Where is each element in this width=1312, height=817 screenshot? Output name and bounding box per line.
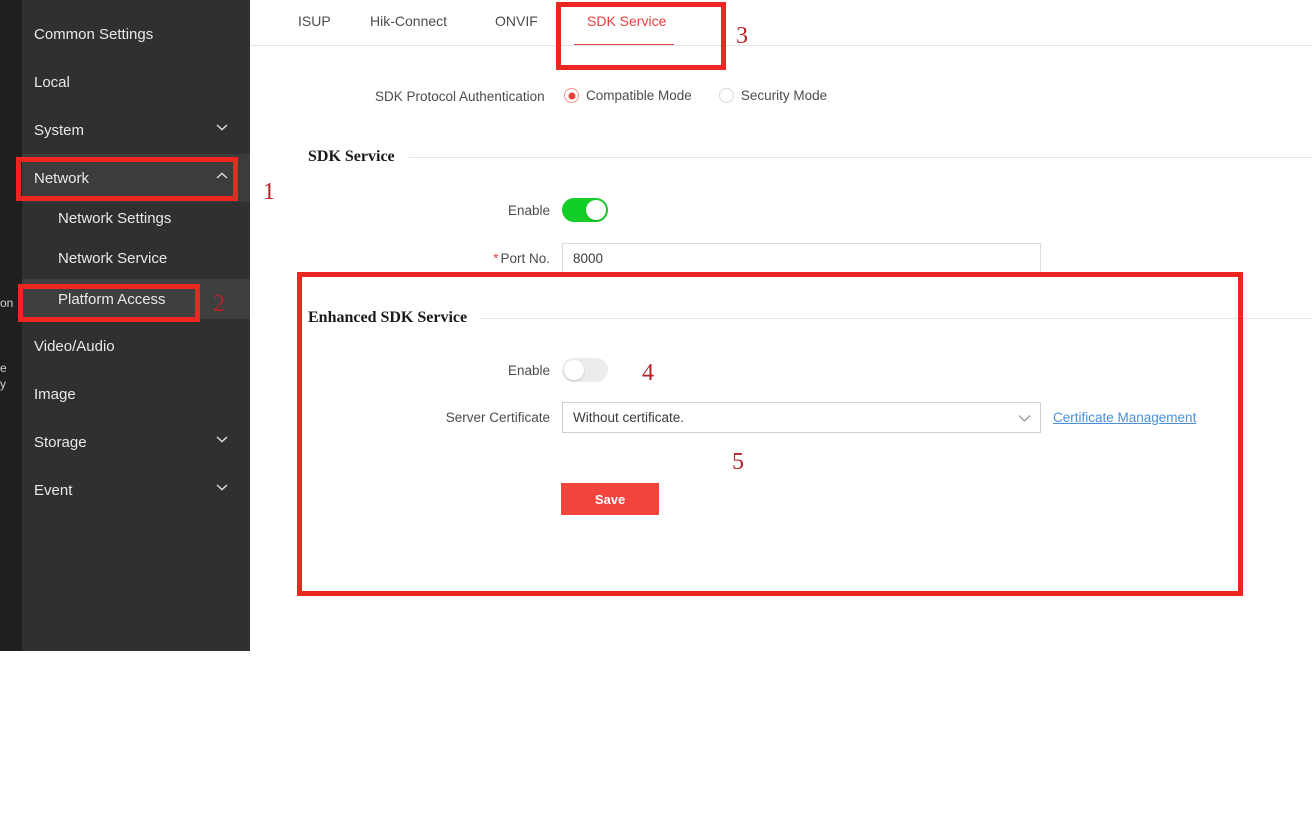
sdk-port-input[interactable]: 8000 <box>562 243 1041 273</box>
chevron-down-icon <box>216 124 228 136</box>
chevron-up-icon <box>216 172 228 184</box>
enhanced-sdk-enable-label: Enable <box>250 363 550 378</box>
sidebar-item-label: Image <box>34 386 76 403</box>
sidebar-item-label: System <box>34 122 84 139</box>
server-certificate-value: Without certificate. <box>573 410 684 425</box>
sidebar-item-label: Local <box>34 74 70 91</box>
chevron-down-icon <box>216 436 228 448</box>
required-asterisk: * <box>493 251 498 266</box>
sidebar-item-video-audio[interactable]: Video/Audio <box>22 322 250 370</box>
app-root: oney Common SettingsLocalSystemNetworkNe… <box>0 0 1312 817</box>
enhanced-sdk-section-title: Enhanced SDK Service <box>308 309 467 327</box>
sdk-port-label-text: Port No. <box>500 251 550 266</box>
toggle-knob <box>564 360 584 380</box>
sidebar-item-image[interactable]: Image <box>22 370 250 418</box>
sidebar-item-label: Network Settings <box>58 210 171 227</box>
server-certificate-row: Server Certificate Without certificate. … <box>250 402 1250 433</box>
server-certificate-label: Server Certificate <box>250 410 550 425</box>
enhanced-sdk-enable-row: Enable <box>250 358 1150 382</box>
radio-security-mode[interactable]: Security Mode <box>719 88 827 103</box>
sidebar-item-common-settings[interactable]: Common Settings <box>22 10 250 58</box>
sdk-enable-label: Enable <box>250 203 550 218</box>
section-rule <box>409 157 1312 158</box>
background-panel-sliver <box>0 0 22 651</box>
sidebar-item-label: Video/Audio <box>34 338 115 355</box>
tab-hik-connect[interactable]: Hik-Connect <box>370 13 447 29</box>
sdk-service-section-title: SDK Service <box>308 148 395 166</box>
sdk-protocol-auth-row: SDK Protocol Authentication Compatible M… <box>250 88 1250 110</box>
tab-onvif[interactable]: ONVIF <box>495 13 538 29</box>
toggle-knob <box>586 200 606 220</box>
certificate-management-link[interactable]: Certificate Management <box>1053 410 1196 425</box>
tab-bar-divider <box>250 45 1312 46</box>
sidebar-item-label: Platform Access <box>58 291 166 308</box>
sdk-enable-toggle[interactable] <box>562 198 608 222</box>
server-certificate-select[interactable]: Without certificate. <box>562 402 1041 433</box>
radio-compatible-mode-label: Compatible Mode <box>586 88 692 103</box>
sidebar-item-network[interactable]: Network <box>22 154 250 202</box>
sidebar-item-network-settings[interactable]: Network Settings <box>22 198 250 238</box>
sidebar-item-label: Common Settings <box>34 26 153 43</box>
radio-unselected-icon <box>719 88 734 103</box>
chevron-down-icon <box>1018 410 1031 425</box>
sidebar-item-local[interactable]: Local <box>22 58 250 106</box>
sidebar-item-system[interactable]: System <box>22 106 250 154</box>
sidebar-item-network-service[interactable]: Network Service <box>22 238 250 278</box>
sidebar-item-event[interactable]: Event <box>22 466 250 514</box>
radio-selected-icon <box>564 88 579 103</box>
main-content: ISUP Hik-Connect ONVIF SDK Service SDK Prot… <box>250 0 1312 817</box>
sdk-protocol-auth-label: SDK Protocol Authentication <box>375 89 545 104</box>
enhanced-sdk-section-header: Enhanced SDK Service <box>308 309 1312 327</box>
radio-compatible-mode[interactable]: Compatible Mode <box>564 88 692 103</box>
sdk-service-section-header: SDK Service <box>308 148 1312 166</box>
sidebar-item-label: Network <box>34 170 89 187</box>
tab-sdk-service[interactable]: SDK Service <box>587 13 666 29</box>
tab-isup[interactable]: ISUP <box>298 13 331 29</box>
section-rule <box>481 318 1312 319</box>
sdk-port-row: *Port No. 8000 <box>250 243 1150 273</box>
radio-security-mode-label: Security Mode <box>741 88 827 103</box>
sidebar-item-label: Event <box>34 482 72 499</box>
sidebar-nav: Common Settings Local System Network Network… <box>22 0 250 651</box>
sidebar-item-label: Storage <box>34 434 87 451</box>
sidebar-item-storage[interactable]: Storage <box>22 418 250 466</box>
sdk-protocol-auth-radio-group[interactable]: Compatible Mode Security Mode <box>564 88 827 103</box>
save-button[interactable]: Save <box>561 483 659 515</box>
tab-bar: ISUP Hik-Connect ONVIF SDK Service <box>250 0 1312 46</box>
sdk-port-value: 8000 <box>573 251 603 266</box>
sidebar-item-label: Network Service <box>58 250 167 267</box>
sdk-port-label: *Port No. <box>250 251 550 266</box>
chevron-down-icon <box>216 484 228 496</box>
enhanced-sdk-enable-toggle[interactable] <box>562 358 608 382</box>
sdk-enable-row: Enable <box>250 198 1150 222</box>
sidebar-item-platform-access[interactable]: Platform Access <box>22 279 250 319</box>
